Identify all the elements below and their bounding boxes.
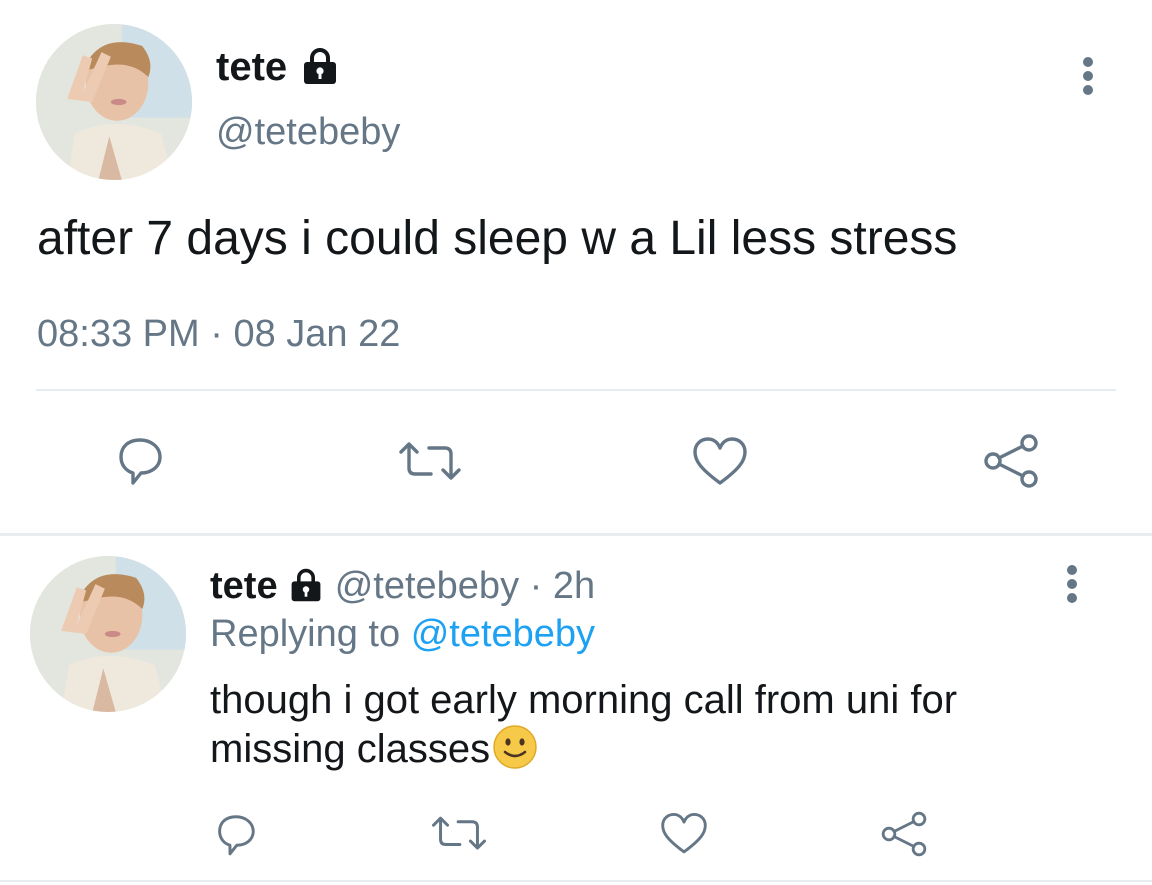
tweet-date: 08 Jan 22 [233, 313, 401, 355]
reply-more-options-button[interactable] [1050, 560, 1094, 608]
reply-age: 2h [552, 565, 596, 607]
bottom-divider [0, 880, 1152, 882]
reply-text-line-2-row: missing classes [210, 724, 957, 773]
reply-share-button[interactable] [876, 806, 932, 862]
reply-like-button[interactable] [656, 806, 712, 862]
reply-icon [119, 438, 162, 485]
heart-icon [661, 812, 707, 854]
reply-icon [218, 815, 255, 856]
heart-icon [693, 437, 747, 485]
more-vertical-icon [1067, 565, 1077, 603]
reply-tweet-text: though i got early morning call from uni… [210, 676, 957, 773]
lock-icon [304, 48, 337, 85]
main-avatar[interactable] [36, 24, 192, 180]
share-icon [881, 811, 927, 857]
tweet-time: 08:33 PM [37, 313, 200, 355]
tweet-separator [0, 533, 1152, 536]
main-display-name[interactable]: tete [216, 42, 340, 92]
reply-text-line-2: missing classes [210, 727, 491, 771]
main-timestamp[interactable]: 08:33 PM · 08 Jan 22 [37, 310, 400, 358]
slightly-smiling-face-icon [493, 725, 537, 769]
avatar-photo [36, 24, 192, 180]
replying-to-handle-link[interactable]: @tetebeby [411, 613, 595, 655]
retweet-icon [399, 442, 461, 480]
replying-to-label: Replying to [210, 613, 401, 655]
main-handle[interactable]: @tetebeby [216, 108, 400, 156]
reply-display-name[interactable]: tete [210, 565, 278, 607]
reply-header: tete @tetebeby · 2h [210, 562, 595, 610]
reply-handle[interactable]: @tetebeby [335, 565, 519, 607]
time-separator: · [210, 313, 223, 355]
display-name-text: tete [216, 45, 288, 89]
reply-button[interactable] [108, 428, 172, 492]
reply-text-line-1: though i got early morning call from uni… [210, 678, 958, 722]
lock-icon [291, 568, 321, 602]
replying-to-line: Replying to @tetebeby [210, 610, 595, 658]
more-options-button[interactable] [1066, 50, 1110, 102]
reply-reply-button[interactable] [208, 806, 264, 862]
reply-avatar[interactable] [30, 556, 186, 712]
retweet-button[interactable] [394, 432, 466, 492]
reply-dot: · [529, 565, 543, 607]
reply-retweet-button[interactable] [428, 808, 490, 860]
share-icon [984, 434, 1038, 488]
avatar-photo [30, 556, 186, 712]
more-vertical-icon [1083, 57, 1093, 95]
like-button[interactable] [688, 430, 752, 494]
share-button[interactable] [978, 428, 1044, 494]
retweet-icon [432, 816, 486, 850]
main-divider [36, 389, 1116, 391]
main-tweet-text: after 7 days i could sleep w a Lil less … [37, 212, 958, 265]
